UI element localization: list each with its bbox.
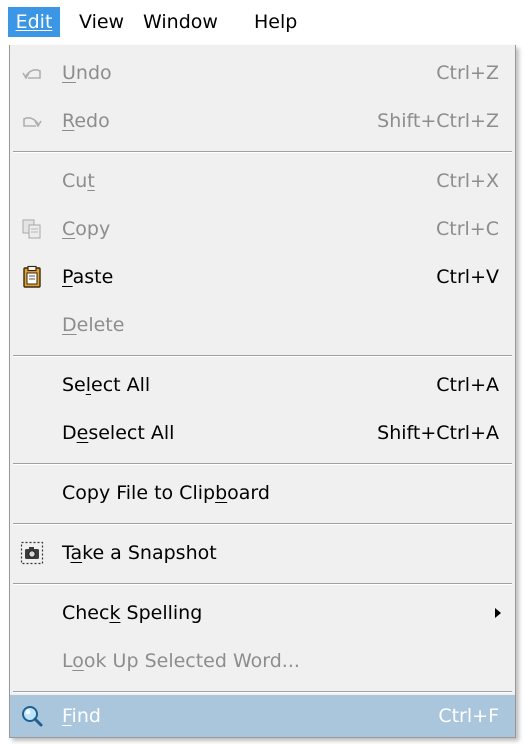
menu-item-paste-label: Paste — [62, 266, 114, 288]
menu-item-select-all-label: Select All — [62, 374, 151, 396]
menu-item-find-label: Find — [62, 705, 101, 727]
menu-item-check-spelling-label: Check Spelling — [62, 602, 203, 624]
menu-separator — [13, 523, 512, 525]
menu-window-label: Window — [143, 11, 218, 33]
menu-separator — [13, 355, 512, 357]
undo-icon — [20, 61, 44, 85]
edit-dropdown-menu: Undo Ctrl+Z Redo Shift+Ctrl+Z Cut Ctrl+X… — [9, 45, 516, 738]
menu-item-check-spelling[interactable]: Check Spelling — [10, 591, 515, 635]
menu-help-label: Help — [254, 11, 298, 33]
menu-item-deselect-all-label: Deselect All — [62, 422, 175, 444]
menu-item-delete[interactable]: Delete — [10, 303, 515, 347]
menu-item-redo-label: Redo — [62, 110, 110, 132]
menu-item-copy-shortcut: Ctrl+C — [436, 218, 499, 240]
menu-item-undo[interactable]: Undo Ctrl+Z — [10, 51, 515, 95]
menu-edit[interactable]: Edit — [8, 7, 60, 37]
menu-item-select-all-shortcut: Ctrl+A — [436, 374, 499, 396]
menu-item-cut-label: Cut — [62, 170, 95, 192]
copy-icon — [20, 217, 44, 241]
menu-item-copy[interactable]: Copy Ctrl+C — [10, 207, 515, 251]
menu-item-redo[interactable]: Redo Shift+Ctrl+Z — [10, 99, 515, 143]
menu-item-look-up-selected-word[interactable]: Look Up Selected Word... — [10, 639, 515, 683]
menu-item-cut-shortcut: Ctrl+X — [436, 170, 499, 192]
menu-item-undo-shortcut: Ctrl+Z — [436, 62, 499, 84]
menu-item-redo-shortcut: Shift+Ctrl+Z — [377, 110, 499, 132]
paste-icon — [20, 265, 44, 289]
menu-window[interactable]: Window — [134, 7, 227, 37]
find-icon — [20, 704, 44, 728]
menu-item-paste[interactable]: Paste Ctrl+V — [10, 255, 515, 299]
menu-item-select-all[interactable]: Select All Ctrl+A — [10, 363, 515, 407]
menu-separator — [13, 583, 512, 585]
redo-icon — [20, 109, 44, 133]
menu-item-take-snapshot-label: Take a Snapshot — [62, 542, 217, 564]
menu-item-undo-label: Undo — [62, 62, 112, 84]
menu-item-delete-label: Delete — [62, 314, 125, 336]
menu-view[interactable]: View — [70, 7, 133, 37]
submenu-arrow-icon — [495, 608, 501, 618]
menu-separator — [13, 151, 512, 153]
menu-item-copy-file-label: Copy File to Clipboard — [62, 482, 270, 504]
menu-item-find-shortcut: Ctrl+F — [438, 705, 499, 727]
menu-view-label: View — [79, 11, 125, 33]
menu-item-copy-label: Copy — [62, 218, 111, 240]
menu-separator — [13, 463, 512, 465]
menu-edit-label: Edit — [15, 11, 53, 33]
menu-separator — [13, 691, 512, 693]
menu-item-deselect-all-shortcut: Shift+Ctrl+A — [377, 422, 499, 444]
menu-item-take-snapshot[interactable]: Take a Snapshot — [10, 531, 515, 575]
menu-item-cut[interactable]: Cut Ctrl+X — [10, 159, 515, 203]
menu-help[interactable]: Help — [245, 7, 306, 37]
camera-icon — [20, 541, 44, 565]
menu-item-copy-file-to-clipboard[interactable]: Copy File to Clipboard — [10, 471, 515, 515]
menu-item-paste-shortcut: Ctrl+V — [436, 266, 499, 288]
menu-item-find[interactable]: Find Ctrl+F — [10, 695, 515, 737]
menu-item-look-up-label: Look Up Selected Word... — [62, 650, 300, 672]
menu-item-deselect-all[interactable]: Deselect All Shift+Ctrl+A — [10, 411, 515, 455]
menu-bar: Edit View Window Help — [0, 0, 525, 45]
